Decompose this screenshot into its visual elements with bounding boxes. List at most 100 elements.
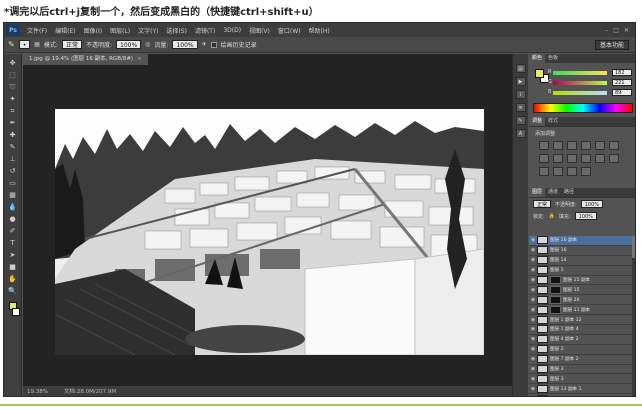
layer-mask-thumbnail[interactable] [550,305,561,314]
layer-row[interactable]: ◉ 图层 26 [529,295,635,306]
layer-row[interactable]: ◉ 图层 10 [529,394,635,397]
layer-row[interactable]: ◉ 图层 14 [529,256,635,266]
menu-help[interactable]: 帮助(H) [305,26,334,35]
background-color-swatch[interactable] [11,308,20,316]
eye-icon[interactable]: ◉ [529,366,537,372]
brush-size-picker[interactable]: • [18,40,31,49]
menu-filter[interactable]: 滤镜(T) [191,26,219,35]
eye-icon[interactable]: ◉ [529,386,537,392]
minimize-icon[interactable]: – [605,27,608,34]
black-white-icon[interactable] [553,154,563,163]
color-balance-icon[interactable] [539,154,549,163]
eye-icon[interactable]: ◉ [529,237,537,243]
type-tool-icon[interactable]: T [7,238,19,248]
marquee-tool-icon[interactable]: ⬚ [7,70,19,80]
eye-icon[interactable]: ◉ [529,356,537,362]
tab-styles[interactable]: 样式 [545,117,561,126]
tool-preset-icon[interactable]: ✎ [8,40,15,49]
eye-icon[interactable]: ◉ [529,396,537,397]
menu-edit[interactable]: 编辑(E) [51,26,79,35]
color-spectrum-bar[interactable] [533,103,633,113]
properties-panel-icon[interactable]: ≡ [515,103,526,112]
close-icon[interactable]: ✕ [624,27,629,34]
exposure-icon[interactable] [581,141,591,150]
image-canvas[interactable] [55,109,484,355]
layer-row[interactable]: ◉ 图层 11 副本 [529,305,635,316]
character-panel-icon[interactable]: A [515,129,526,138]
quick-select-tool-icon[interactable]: ✦ [7,94,19,104]
info-panel-icon[interactable]: i [515,90,526,99]
layer-row[interactable]: ◉ 图层 13 副本 1 [529,384,635,395]
menu-type[interactable]: 文字(Y) [134,26,162,35]
menu-view[interactable]: 视图(V) [245,26,274,35]
history-checkbox[interactable] [210,41,217,48]
layer-opacity-input[interactable]: 100% [580,200,603,208]
levels-icon[interactable] [553,141,563,150]
invert-icon[interactable] [609,154,619,163]
hue-saturation-icon[interactable] [609,141,619,150]
vibrance-icon[interactable] [595,141,605,150]
layer-row[interactable]: ◉ 图层 7 副本 2 [529,355,635,365]
layer-row[interactable]: ◉ 图层 16 副本 [529,236,635,246]
layer-mask-thumbnail[interactable] [550,276,561,284]
tab-layers[interactable]: 图层 [529,188,546,197]
channel-mixer-icon[interactable] [581,154,591,163]
layer-row[interactable]: ◉ 图层 15 [529,285,635,296]
layer-row[interactable]: ◉ 图层 1 [529,266,635,276]
tab-channels[interactable]: 通道 [545,188,561,197]
shape-tool-icon[interactable]: ■ [7,262,19,272]
layer-row[interactable]: ◉ 图层 16 [529,246,635,256]
red-value[interactable]: 182 [612,69,632,76]
mode-select[interactable]: 正常 [61,40,82,49]
tab-adjustments[interactable]: 调整 [529,117,546,126]
eye-icon[interactable]: ◉ [529,247,537,253]
actions-panel-icon[interactable]: ▶ [515,77,526,86]
history-panel-icon[interactable]: ▤ [515,64,526,73]
brightness-icon[interactable] [539,141,549,150]
layer-row[interactable]: ◉ 图层 4 副本 2 [529,335,635,345]
blend-mode-select[interactable]: 正常 [533,200,552,208]
zoom-tool-icon[interactable]: 🔍 [7,286,19,296]
layer-row[interactable]: ◉ 图层 3 [529,374,635,385]
layer-row[interactable]: ◉ 图层 1 副本 4 [529,325,635,335]
move-tool-icon[interactable]: ✥ [7,58,19,68]
pressure-opacity-icon[interactable]: ◎ [145,41,150,48]
eye-icon[interactable]: ◉ [529,326,537,332]
layer-row[interactable]: ◉ 图层 15 副本 [529,276,635,286]
flow-input[interactable]: 100% [172,40,198,49]
menu-window[interactable]: 窗口(W) [274,26,305,35]
menu-image[interactable]: 图像(I) [80,26,106,35]
tab-color[interactable]: 颜色 [529,54,546,63]
opacity-input[interactable]: 100% [116,40,142,49]
threshold-icon[interactable] [553,167,563,176]
layer-row[interactable]: ◉ 图层 1 副本 12 [529,315,635,326]
eye-icon[interactable]: ◉ [529,376,537,382]
crop-tool-icon[interactable]: ⌗ [7,106,19,116]
gradient-tool-icon[interactable]: ▦ [7,190,19,200]
photo-filter-icon[interactable] [567,154,577,163]
eraser-tool-icon[interactable]: ▭ [7,178,19,188]
green-slider[interactable] [553,81,607,85]
eyedropper-tool-icon[interactable]: ✒ [7,118,19,128]
selective-color-icon[interactable] [581,167,591,176]
brush-panel-icon[interactable]: ▤ [34,41,40,48]
document-tab[interactable]: 1.jpg @ 19.4% (图层 16 副本, RGB/8#) × [23,54,148,65]
menu-layer[interactable]: 图层(L) [106,26,134,35]
eye-icon[interactable]: ◉ [529,287,537,293]
eye-icon[interactable]: ◉ [529,346,537,352]
layer-row[interactable]: ◉ 图层 2 [529,345,635,355]
layer-row[interactable]: ◉ 图层 3 [529,365,635,375]
tab-paths[interactable]: 路径 [561,188,577,197]
eye-icon[interactable]: ◉ [529,267,537,273]
lock-icon[interactable]: 🔒 [549,213,555,219]
menu-select[interactable]: 选择(S) [162,26,191,35]
tab-swatches[interactable]: 色板 [545,54,561,63]
path-select-tool-icon[interactable]: ➤ [7,250,19,260]
history-brush-tool-icon[interactable]: ↺ [7,166,19,176]
eye-icon[interactable]: ◉ [529,317,537,323]
green-value[interactable]: 221 [612,79,632,86]
eye-icon[interactable]: ◉ [529,307,537,313]
pen-tool-icon[interactable]: ✐ [7,226,19,236]
eye-icon[interactable]: ◉ [529,297,537,303]
gradient-map-icon[interactable] [567,167,577,176]
